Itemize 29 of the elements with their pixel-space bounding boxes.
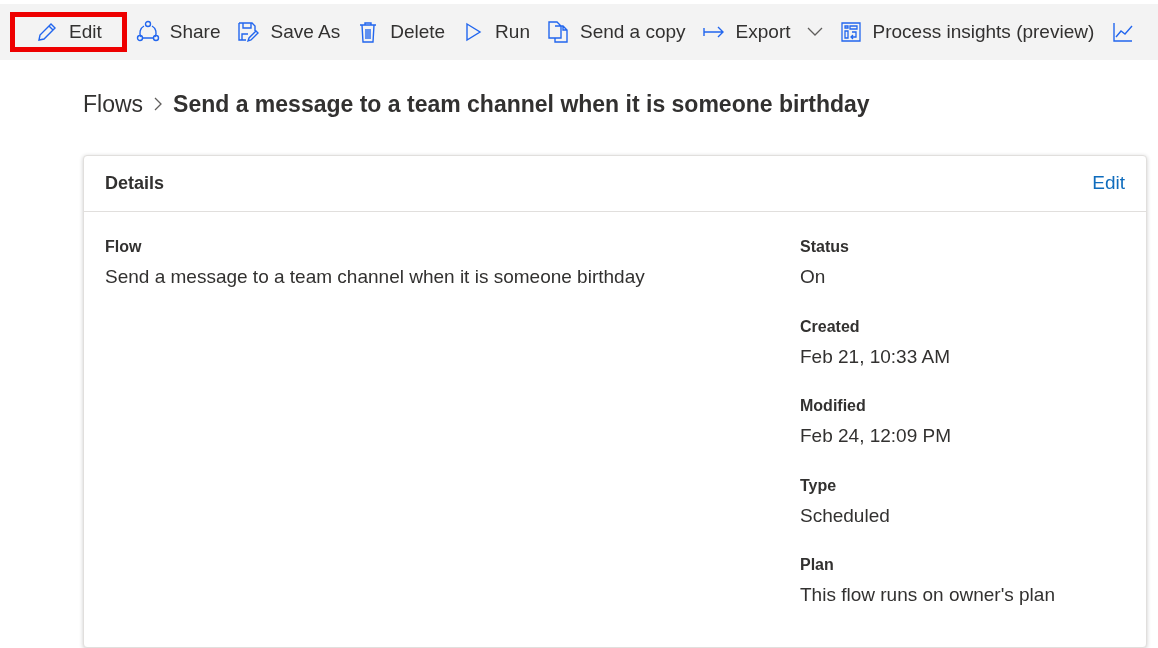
field-label: Created [800,316,861,337]
field-label: Modified [800,396,867,416]
toolbar-button[interactable]: Send a copy [538,12,693,52]
breadcrumb-link[interactable]: Flows [83,86,144,122]
toolbar-button[interactable]: Edit [10,12,127,52]
field-value: On [800,265,827,289]
field-value: Feb 24, 12:09 PM [800,424,953,448]
field-value: Send a message to a team channel when it is someone birthday [105,265,646,289]
field-label: Status [800,237,850,257]
field-label: Flow [105,237,143,257]
panel-icon [838,20,863,44]
toolbar-button[interactable]: Share [128,12,228,52]
card-title: Details [105,172,165,195]
field-value: This flow runs on owner's plan [800,583,1055,607]
chevron-right-icon [153,96,164,112]
toolbar-button[interactable]: Delete [349,12,453,52]
toolbar-button[interactable]: Export [694,12,830,52]
copy-icon [545,20,570,44]
toolbar-button[interactable]: Save As [229,12,348,52]
field-value: Scheduled [800,503,891,528]
share-icon [135,20,160,44]
save-icon [236,20,261,44]
toolbar-button[interactable]: Run [454,12,537,52]
edit-link[interactable]: Edit [1092,169,1125,198]
field-label: Plan [800,555,835,575]
page-title: Send a message to a team channel when it is someone birthday [173,89,870,119]
field-value: Feb 21, 10:33 AM [800,344,951,369]
field-label: Type [800,475,838,496]
toolbar-button[interactable]: Process insights (preview) [831,12,1102,52]
